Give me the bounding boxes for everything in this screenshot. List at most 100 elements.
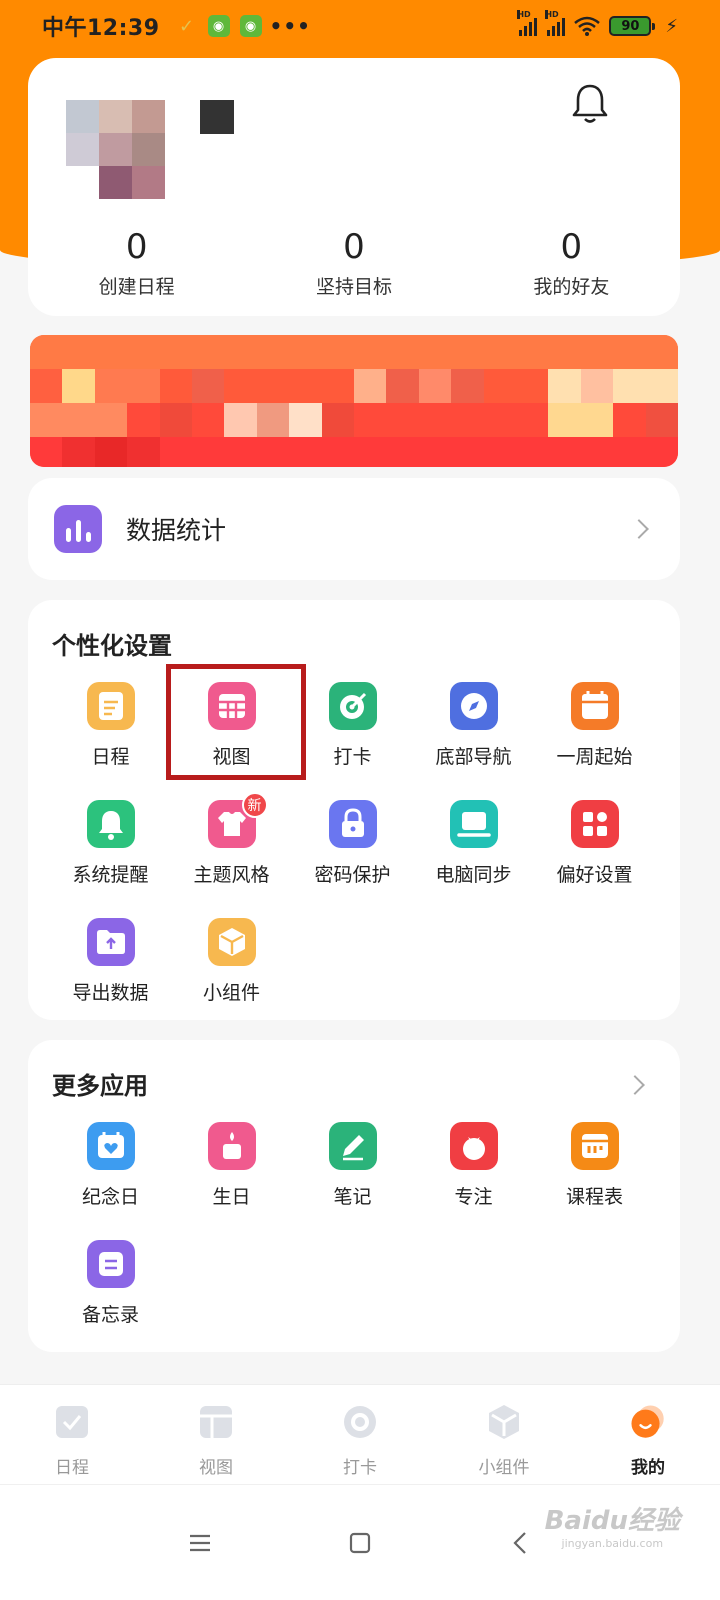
personalization-grid: 日程 视图 打卡 底部导航 一周起始 系统提醒新主题风格 密码保护 电脑同步 偏好设置 导出数据小…: [50, 682, 656, 1036]
more-apps-grid: 纪念日 生日 笔记 专注 课程表备忘录: [50, 1122, 656, 1358]
status-bar: 中午12:39 ✓ ◉ ◉ ••• HD HD 90 ⚡: [0, 0, 720, 52]
more-apps-item[interactable]: 纪念日: [50, 1122, 171, 1240]
chevron-right-icon: [629, 519, 649, 539]
personalization-title: 个性化设置: [52, 632, 172, 660]
compass-icon: [449, 682, 498, 730]
more-apps-item-label: 专注: [454, 1186, 493, 1208]
bottom-nav-item[interactable]: 打卡: [288, 1385, 432, 1484]
data-statistics-label: 数据统计: [126, 516, 227, 545]
bottom-nav-label: 小组件: [478, 1458, 530, 1478]
stat-goals[interactable]: 0 坚持目标: [245, 226, 462, 299]
menu-icon[interactable]: [180, 1523, 220, 1563]
data-statistics-row[interactable]: 数据统计: [28, 478, 680, 580]
stat-label: 我的好友: [533, 276, 610, 298]
new-badge: 新: [241, 792, 268, 818]
signal-icon: HD: [517, 10, 538, 36]
more-apps-item[interactable]: 笔记: [292, 1122, 413, 1240]
stat-created-schedules[interactable]: 0 创建日程: [28, 226, 245, 299]
promo-banner[interactable]: [30, 335, 678, 467]
personalization-item-label: 小组件: [202, 982, 260, 1004]
personalization-item[interactable]: 电脑同步: [413, 800, 534, 918]
more-apps-card: 更多应用 纪念日 生日 笔记 专注 课程表备忘录: [28, 1040, 680, 1352]
calendar-icon: [570, 682, 619, 730]
notification-icons: ✓ ◉ ◉: [176, 15, 262, 37]
personalization-item-label: 打卡: [333, 746, 372, 768]
stat-label: 创建日程: [98, 276, 175, 298]
personalization-item[interactable]: 偏好设置: [534, 800, 655, 918]
personalization-item-label: 主题风格: [193, 864, 270, 886]
charging-icon: ⚡: [665, 15, 678, 37]
personalization-item-label: 系统提醒: [72, 864, 149, 886]
more-apps-item[interactable]: 备忘录: [50, 1240, 171, 1358]
personalization-item[interactable]: 小组件: [171, 918, 292, 1036]
more-apps-item[interactable]: 生日: [171, 1122, 292, 1240]
bottom-nav-label: 视图: [199, 1458, 233, 1478]
profile-card: 0 创建日程 0 坚持目标 0 我的好友: [28, 58, 680, 316]
timetable-icon: [570, 1122, 619, 1170]
schedule-icon: [86, 682, 135, 730]
apps-icon: [570, 800, 619, 848]
stat-label: 坚持目标: [315, 276, 392, 298]
laptop-icon: [449, 800, 498, 848]
target-icon: [328, 682, 377, 730]
personalization-item[interactable]: 打卡: [292, 682, 413, 800]
avatar[interactable]: [66, 100, 166, 200]
bottom-nav-item[interactable]: 日程: [0, 1385, 144, 1484]
more-apps-item[interactable]: 专注: [413, 1122, 534, 1240]
more-apps-item-label: 纪念日: [81, 1186, 139, 1208]
bottom-navigation: 日程 视图 打卡 小组件 我的: [0, 1384, 720, 1484]
personalization-item[interactable]: 日程: [50, 682, 171, 800]
more-apps-chevron-icon[interactable]: [625, 1075, 645, 1095]
personalization-item-label: 电脑同步: [435, 864, 512, 886]
personalization-item-label: 一周起始: [556, 746, 633, 768]
personalization-item[interactable]: 导出数据: [50, 918, 171, 1036]
bottom-nav-label: 我的: [631, 1458, 665, 1478]
layout-icon: [197, 1403, 235, 1441]
bottom-nav-label: 打卡: [343, 1458, 377, 1478]
cube-icon: [485, 1403, 523, 1441]
more-apps-item-label: 备忘录: [81, 1304, 139, 1326]
bottom-nav-label: 日程: [55, 1458, 89, 1478]
signal-icon-2: HD: [545, 10, 566, 36]
android-icon: ◉: [207, 15, 230, 37]
profile-face-icon: [629, 1403, 667, 1441]
personalization-item-label: 底部导航: [435, 746, 512, 768]
bell-icon: [86, 800, 135, 848]
personalization-item[interactable]: 底部导航: [413, 682, 534, 800]
personalization-item[interactable]: 新主题风格: [171, 792, 292, 918]
stat-value: 0: [560, 227, 583, 267]
stat-value: 0: [343, 227, 365, 267]
bottom-nav-item[interactable]: 我的: [576, 1385, 720, 1484]
more-apps-item-label: 生日: [212, 1186, 251, 1208]
back-icon[interactable]: [500, 1523, 540, 1563]
shirt-icon: 新: [207, 792, 268, 848]
baidu-watermark: Baidu经验 jingyan.baidu.com: [545, 1500, 680, 1550]
bottom-nav-item[interactable]: 视图: [144, 1385, 288, 1484]
username-redacted[interactable]: [200, 100, 234, 134]
bottom-nav-item[interactable]: 小组件: [432, 1385, 576, 1484]
more-dots: •••: [269, 14, 311, 38]
android-icon-2: ◉: [239, 15, 262, 37]
pen-icon: [328, 1122, 377, 1170]
tomato-icon: [449, 1122, 498, 1170]
birthday-cake-icon: [207, 1122, 256, 1170]
personalization-item-label: 密码保护: [314, 864, 391, 886]
home-square-icon[interactable]: [340, 1523, 380, 1563]
export-folder-icon: [86, 918, 135, 966]
battery-icon: 90: [609, 16, 656, 36]
personalization-item[interactable]: 一周起始: [534, 682, 655, 800]
personalization-item-label: 导出数据: [72, 982, 149, 1004]
personalization-item[interactable]: 密码保护: [292, 800, 413, 918]
lock-icon: [328, 800, 377, 848]
stat-friends[interactable]: 0 我的好友: [463, 226, 680, 299]
ring-icon: [341, 1403, 379, 1441]
bar-chart-icon: [54, 505, 102, 553]
personalization-card: 个性化设置 日程 视图 打卡 底部导航 一周起始 系统提醒新主题风格 密码保护 电脑同步 偏好设…: [28, 600, 680, 1020]
more-apps-title: 更多应用: [52, 1072, 148, 1100]
widget-cube-icon: [207, 918, 256, 966]
highlight-box: [166, 664, 306, 780]
notification-bell-icon[interactable]: [566, 80, 614, 128]
more-apps-item-label: 课程表: [565, 1186, 623, 1208]
more-apps-item[interactable]: 课程表: [534, 1122, 655, 1240]
personalization-item[interactable]: 系统提醒: [50, 800, 171, 918]
